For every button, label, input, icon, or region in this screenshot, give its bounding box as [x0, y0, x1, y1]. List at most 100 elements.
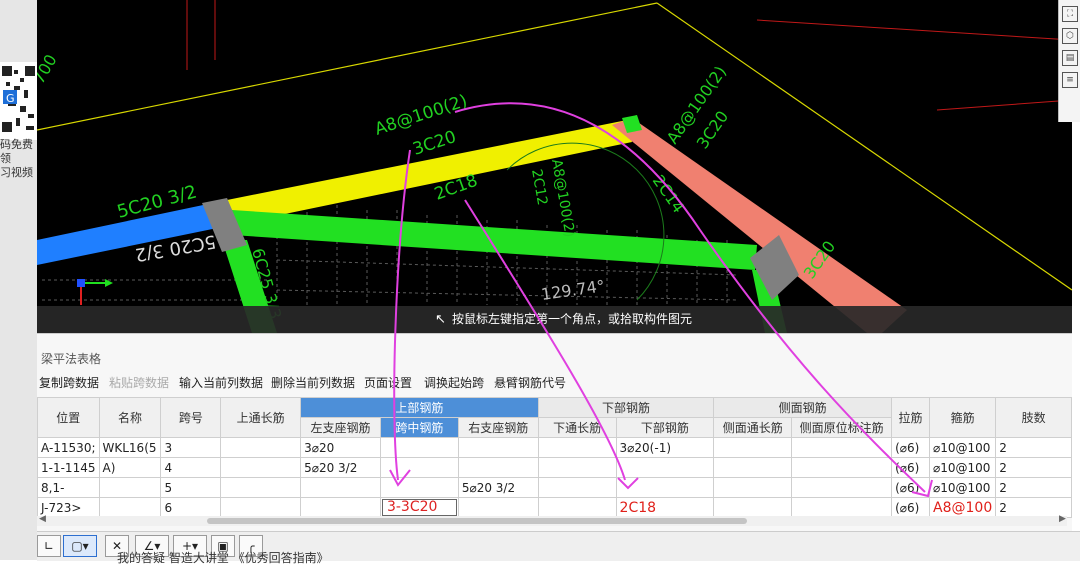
cell-bottom[interactable]	[615, 477, 715, 498]
cell-side-in-situ[interactable]	[791, 457, 893, 478]
cell-tie[interactable]: (⌀6)	[891, 477, 931, 498]
cell-mid-span[interactable]	[379, 477, 459, 498]
input-column-button[interactable]: 输入当前列数据	[179, 374, 263, 391]
cell-side-through[interactable]	[713, 477, 793, 498]
header-side-in-situ[interactable]: 侧面原位标注筋	[791, 417, 893, 438]
cad-drawing[interactable]: A8@100(2) 3C20 2C18 5C20 3/2 5C20 3/2 6C…	[37, 0, 1072, 333]
copy-span-button[interactable]: 复制跨数据	[39, 374, 99, 391]
header-position[interactable]: 位置	[37, 397, 100, 438]
cell-name[interactable]: A)	[98, 457, 162, 478]
cell-side-through[interactable]	[713, 497, 793, 518]
cell-top-through[interactable]	[220, 437, 302, 458]
cell-bottom-through[interactable]	[537, 457, 617, 478]
cell-name[interactable]: WKL16(5	[98, 437, 162, 458]
header-stirrup[interactable]: 箍筋	[929, 397, 997, 438]
header-left-support[interactable]: 左支座钢筋	[300, 417, 381, 438]
cantilever-code-button[interactable]: 悬臂钢筋代号	[494, 374, 566, 391]
cell-top-through[interactable]	[220, 457, 302, 478]
table-row[interactable]: J-723> 6 3-3C20 2C18 (⌀6) A8@100 2	[37, 497, 1072, 518]
cell-bottom-through[interactable]	[537, 497, 617, 518]
cell-mid-span[interactable]	[379, 457, 459, 478]
cell-position[interactable]: A-11530;	[37, 437, 100, 458]
ortho-icon[interactable]: ∟	[37, 535, 61, 557]
cell-left-support[interactable]	[300, 497, 381, 518]
cell-stirrup[interactable]: A8@100	[929, 497, 997, 518]
header-right-support[interactable]: 右支座钢筋	[457, 417, 539, 438]
header-side-rebar[interactable]: 侧面钢筋	[713, 397, 893, 418]
cell-mid-span-editing[interactable]: 3-3C20	[379, 497, 459, 518]
cell-tie[interactable]: (⌀6)	[891, 437, 931, 458]
mid-span-edit-input[interactable]: 3-3C20	[381, 499, 457, 516]
cell-side-through[interactable]	[713, 457, 793, 478]
cell-name[interactable]	[98, 477, 162, 498]
cell-side-in-situ[interactable]	[791, 497, 893, 518]
cell-left-support[interactable]: 5⌀20 3/2	[300, 457, 381, 478]
table-row[interactable]: 8,1- 5 5⌀20 3/2 (⌀6) ⌀10@100 2	[37, 477, 1072, 498]
cell-legs[interactable]: 2	[995, 457, 1072, 478]
label-700: 700	[37, 51, 61, 87]
scroll-left-icon[interactable]: ◀	[39, 514, 46, 524]
cell-right-support[interactable]	[457, 497, 539, 518]
header-name[interactable]: 名称	[98, 397, 162, 438]
delete-column-button[interactable]: 删除当前列数据	[271, 374, 355, 391]
header-span[interactable]: 跨号	[160, 397, 222, 438]
layer-icon[interactable]: ▤	[1062, 50, 1078, 66]
cell-legs[interactable]: 2	[995, 477, 1072, 498]
header-bottom-rebar-group[interactable]: 下部钢筋	[537, 397, 715, 418]
cell-bottom[interactable]	[615, 457, 715, 478]
scroll-right-icon[interactable]: ▶	[1059, 514, 1066, 524]
cell-span[interactable]: 3	[160, 437, 222, 458]
table-row[interactable]: 1-1-1145 A) 4 5⌀20 3/2 (⌀6) ⌀10@100 2	[37, 457, 1072, 478]
cell-top-through[interactable]	[220, 497, 302, 518]
cell-tie[interactable]: (⌀6)	[891, 497, 931, 518]
cell-right-support[interactable]	[457, 457, 539, 478]
scroll-thumb[interactable]	[207, 518, 747, 524]
beam-green-horizontal[interactable]	[232, 210, 757, 270]
cell-span[interactable]: 4	[160, 457, 222, 478]
cell-legs[interactable]: 2	[995, 437, 1072, 458]
cad-viewport[interactable]: A8@100(2) 3C20 2C18 5C20 3/2 5C20 3/2 6C…	[37, 0, 1072, 333]
swap-start-span-button[interactable]: 调换起始跨	[424, 374, 484, 391]
view-cube-icon[interactable]: ⬡	[1062, 28, 1078, 44]
cell-span[interactable]: 6	[160, 497, 222, 518]
table-row[interactable]: A-11530; WKL16(5 3 3⌀20 3⌀20(-1) (⌀6) ⌀1…	[37, 437, 1072, 458]
header-legs[interactable]: 肢数	[995, 397, 1072, 438]
cell-stirrup[interactable]: ⌀10@100	[929, 457, 997, 478]
cell-right-support[interactable]: 5⌀20 3/2	[457, 477, 539, 498]
cell-left-support[interactable]	[300, 477, 381, 498]
header-top-rebar[interactable]: 上部钢筋	[300, 397, 539, 418]
header-bottom-through[interactable]: 下通长筋	[537, 417, 617, 438]
cell-right-support[interactable]	[457, 437, 539, 458]
cell-mid-span[interactable]	[379, 437, 459, 458]
cell-position[interactable]: 1-1-1145	[37, 457, 100, 478]
horizontal-scrollbar[interactable]: ◀ ▶	[37, 514, 1067, 526]
cell-stirrup[interactable]: ⌀10@100	[929, 477, 997, 498]
header-mid-span[interactable]: 跨中钢筋	[379, 417, 459, 438]
cell-position[interactable]: J-723>	[37, 497, 100, 518]
cell-position[interactable]: 8,1-	[37, 477, 100, 498]
cell-span[interactable]: 5	[160, 477, 222, 498]
rect-select-icon[interactable]: ▢▾	[63, 535, 97, 557]
header-bottom[interactable]: 下部钢筋	[615, 417, 715, 438]
header-tie[interactable]: 拉筋	[891, 397, 931, 438]
list-icon[interactable]: ≡	[1062, 72, 1078, 88]
qr-code-icon[interactable]: G	[0, 62, 37, 140]
page-setup-button[interactable]: 页面设置	[364, 374, 412, 391]
cell-side-in-situ[interactable]	[791, 437, 893, 458]
cell-side-through[interactable]	[713, 437, 793, 458]
paste-span-button[interactable]: 粘贴跨数据	[109, 374, 169, 391]
cell-left-support[interactable]: 3⌀20	[300, 437, 381, 458]
header-top-through[interactable]: 上通长筋	[220, 397, 302, 438]
cell-bottom-through[interactable]	[537, 477, 617, 498]
cell-bottom[interactable]: 3⌀20(-1)	[615, 437, 715, 458]
cell-bottom-through[interactable]	[537, 437, 617, 458]
cell-top-through[interactable]	[220, 477, 302, 498]
cell-bottom[interactable]: 2C18	[615, 497, 715, 518]
cell-name[interactable]	[98, 497, 162, 518]
cell-tie[interactable]: (⌀6)	[891, 457, 931, 478]
cell-stirrup[interactable]: ⌀10@100	[929, 437, 997, 458]
fullscreen-icon[interactable]: ⛶	[1062, 6, 1078, 22]
cell-side-in-situ[interactable]	[791, 477, 893, 498]
left-promo-strip: G 码免费领 习视频	[0, 0, 37, 560]
header-side-through[interactable]: 侧面通长筋	[713, 417, 793, 438]
